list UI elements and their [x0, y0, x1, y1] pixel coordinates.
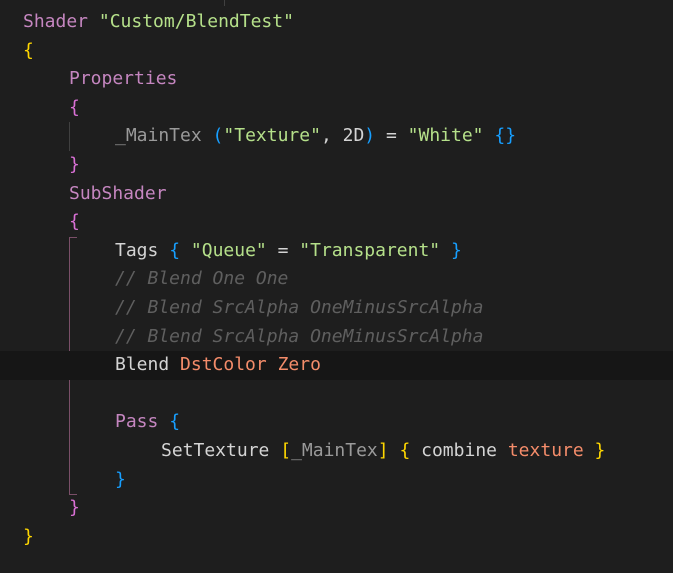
code-line-text: // Blend SrcAlpha OneMinusSrcAlpha	[115, 323, 483, 352]
code-line[interactable]: Tags { "Queue" = "Transparent" }	[0, 237, 673, 266]
token-brace2: }	[69, 154, 80, 175]
token-brace3: {	[169, 411, 181, 433]
token-punct	[158, 240, 169, 261]
token-brace1: ]	[377, 440, 389, 461]
token-punct	[389, 440, 400, 461]
token-keyword: Shader	[23, 11, 89, 32]
token-brace2: {	[69, 96, 80, 118]
code-line-text: SubShader	[69, 180, 167, 209]
token-punct	[180, 240, 191, 261]
token-brace2: }	[69, 497, 80, 519]
code-editor[interactable]: Shader "Custom/BlendTest"{Properties{_Ma…	[0, 0, 673, 573]
code-line[interactable]	[0, 380, 673, 409]
token-string: "Texture"	[223, 125, 321, 147]
code-line-text: _MainTex ("Texture", 2D) = "White" {}	[115, 122, 516, 151]
token-punct	[202, 125, 213, 146]
token-string: "Transparent"	[299, 239, 441, 261]
code-line-text: // Blend One One	[115, 265, 288, 294]
code-line[interactable]: {	[0, 94, 673, 123]
code-line-text: {	[69, 208, 80, 237]
token-brace3: {	[169, 239, 181, 261]
token-dim: _MainTex	[115, 125, 202, 147]
token-comment: // Blend SrcAlpha OneMinusSrcAlpha	[115, 325, 484, 347]
token-keyword: Pass	[115, 411, 159, 433]
code-line[interactable]: _MainTex ("Texture", 2D) = "White" {}	[0, 122, 673, 151]
token-string: "White"	[407, 125, 484, 147]
code-line[interactable]: }	[0, 466, 673, 495]
token-keyword: Properties	[69, 68, 178, 90]
code-line[interactable]: SubShader	[0, 180, 673, 209]
code-line[interactable]: {	[0, 37, 673, 66]
token-punct	[440, 240, 451, 261]
code-line[interactable]: }	[0, 151, 673, 180]
code-line[interactable]: Pass {	[0, 408, 673, 437]
token-ident: combine	[410, 440, 508, 461]
code-line-text: {	[23, 37, 34, 66]
token-dim: _MainTex	[291, 440, 378, 461]
code-line-text: Blend DstColor Zero	[115, 351, 321, 380]
token-punct: =	[266, 239, 300, 261]
token-punct	[269, 440, 280, 461]
token-brace3: }	[451, 239, 462, 261]
token-punct: =	[375, 125, 408, 147]
code-line-text: Pass {	[115, 408, 180, 437]
token-punct	[267, 354, 278, 375]
token-ident: Tags	[115, 239, 159, 261]
code-line-text: Properties	[69, 65, 177, 94]
code-line[interactable]: SetTexture [_MainTex] { combine texture …	[0, 437, 673, 466]
code-line-text: Shader "Custom/BlendTest"	[23, 8, 294, 37]
current-code-line[interactable]: Blend DstColor Zero	[0, 351, 673, 380]
code-line-text: {	[69, 94, 80, 123]
code-line[interactable]: // Blend One One	[0, 265, 673, 294]
code-line[interactable]: Properties	[0, 65, 673, 94]
token-string: "Queue"	[190, 239, 267, 261]
code-line[interactable]: Shader "Custom/BlendTest"	[0, 8, 673, 37]
token-brace3: (	[212, 125, 224, 147]
token-brace1: {	[23, 39, 34, 61]
token-brace3: {}	[494, 125, 517, 147]
token-string: "Custom/BlendTest"	[98, 11, 294, 32]
token-enum: DstColor	[180, 354, 267, 376]
code-line-text: }	[69, 151, 80, 180]
token-punct	[169, 354, 180, 375]
code-line[interactable]: }	[0, 494, 673, 523]
token-punct	[584, 440, 595, 461]
code-line[interactable]: // Blend SrcAlpha OneMinusSrcAlpha	[0, 323, 673, 352]
code-line-text: Tags { "Queue" = "Transparent" }	[115, 237, 462, 266]
code-line-text: // Blend SrcAlpha OneMinusSrcAlpha	[115, 294, 483, 323]
code-line[interactable]: {	[0, 208, 673, 237]
token-punct	[158, 411, 169, 432]
code-line[interactable]: }	[0, 523, 673, 552]
token-brace3: }	[115, 468, 126, 490]
token-brace1: [	[280, 440, 292, 461]
code-line-text: SetTexture [_MainTex] { combine texture …	[161, 437, 605, 466]
token-punct: , 2D	[320, 125, 365, 147]
code-line-text: }	[115, 466, 126, 495]
token-comment: // Blend One One	[115, 268, 289, 290]
token-punct	[88, 11, 99, 32]
token-brace3: )	[364, 125, 376, 147]
token-comment: // Blend SrcAlpha OneMinusSrcAlpha	[115, 297, 484, 318]
token-enum: texture	[507, 440, 584, 461]
token-ident: SetTexture	[161, 440, 270, 461]
code-line-text: }	[23, 523, 34, 552]
token-brace1: }	[594, 440, 606, 461]
token-keyword: SubShader	[69, 182, 167, 204]
token-brace1: }	[23, 525, 34, 547]
token-punct	[484, 125, 495, 146]
code-line[interactable]: // Blend SrcAlpha OneMinusSrcAlpha	[0, 294, 673, 323]
code-line-text: }	[69, 494, 80, 523]
token-enum: Zero	[277, 354, 321, 376]
indent-guide	[224, 0, 225, 6]
token-ident: Blend	[115, 354, 170, 376]
token-brace2: {	[69, 211, 80, 233]
token-brace1: {	[399, 440, 411, 461]
